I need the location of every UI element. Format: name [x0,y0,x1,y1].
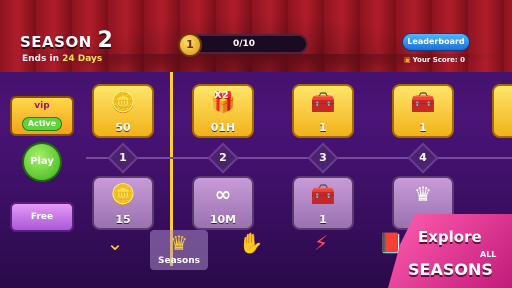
step-marker: 4 [407,142,439,174]
tab-gloves[interactable]: ✋ [222,230,280,270]
vip-label: vip [34,101,50,111]
free-reward-2[interactable]: ∞ 10M [192,176,254,230]
tab-seasons-label: Seasons [158,256,200,266]
vip-active-badge: Active [22,117,62,131]
chevron-v-icon: ⌄ [106,231,124,255]
explore-all-label: ALL [480,250,497,259]
vip-reward-5-partial[interactable] [492,84,512,138]
vip-ticket[interactable]: vip Active [10,96,74,136]
free-reward-3[interactable]: 🧰 1 [292,176,354,230]
red-chest-icon: 🧰 [410,90,436,114]
ends-prefix: Ends in [22,54,59,64]
free-reward-amount: 10M [209,213,237,226]
glove-icon: ✋ [238,231,264,255]
vip-reward-amount: 1 [319,121,327,134]
tab-events[interactable]: ⚡ [292,230,350,270]
play-button[interactable]: Play [22,142,62,182]
explore-seasons-label: SEASONS [408,260,493,279]
vip-reward-3[interactable]: 🧰 1 [292,84,354,138]
step-number: 3 [319,151,327,164]
free-reward-amount: 1 [319,213,327,226]
season-label: SEASON [20,33,92,51]
step-marker: 1 [107,142,139,174]
free-reward-1[interactable]: 🪙 15 [92,176,154,230]
vip-reward-2[interactable]: 🎁 X2 01H [192,84,254,138]
leaderboard-button[interactable]: Leaderboard [402,33,470,51]
level-badge: 1 [178,33,202,57]
season-ends: Ends in 24 Days [22,54,102,64]
tab-seasons[interactable]: ♛ Seasons [150,230,208,270]
your-score-label: Your Score: 0 [412,56,466,64]
track-line [86,157,512,159]
crown-icon: ♛ [170,231,188,255]
vip-reward-amount: 01H [210,121,236,134]
your-score: ▣ Your Score: 0 [404,56,465,64]
tab-shop[interactable]: ⌄ [86,230,144,270]
vip-reward-amount: 50 [115,121,131,134]
vip-reward-4[interactable]: 🧰 1 [392,84,454,138]
season-title: SEASON 2 [20,28,113,53]
silver-chest-icon: 🧰 [310,182,336,206]
chest-icon: ▣ [404,56,411,64]
step-number: 2 [219,151,227,164]
purple-chest-icon: 🧰 [310,90,336,114]
crown-card-icon: ♛ [414,182,432,206]
free-ticket[interactable]: Free [10,202,74,232]
step-marker: 3 [307,142,339,174]
gold-coins-icon: 🪙 [110,90,136,114]
vip-reward-amount: 1 [419,121,427,134]
infinite-heart-icon: ∞ [214,182,232,206]
multiplier-label: X2 [214,90,229,101]
step-number: 4 [419,151,427,164]
season-number: 2 [97,28,114,53]
ends-value: 24 Days [62,54,103,64]
bottom-nav: ⌄ ♛ Seasons ✋ ⚡ 📕 [86,230,426,270]
explore-label: Explore [418,228,482,246]
step-marker: 2 [207,142,239,174]
free-reward-amount: 15 [115,213,131,226]
lightning-heart-icon: ⚡ [313,231,329,255]
step-number: 1 [119,151,127,164]
gold-coins-icon: 🪙 [110,182,136,206]
vip-reward-1[interactable]: 🪙 50 [92,84,154,138]
